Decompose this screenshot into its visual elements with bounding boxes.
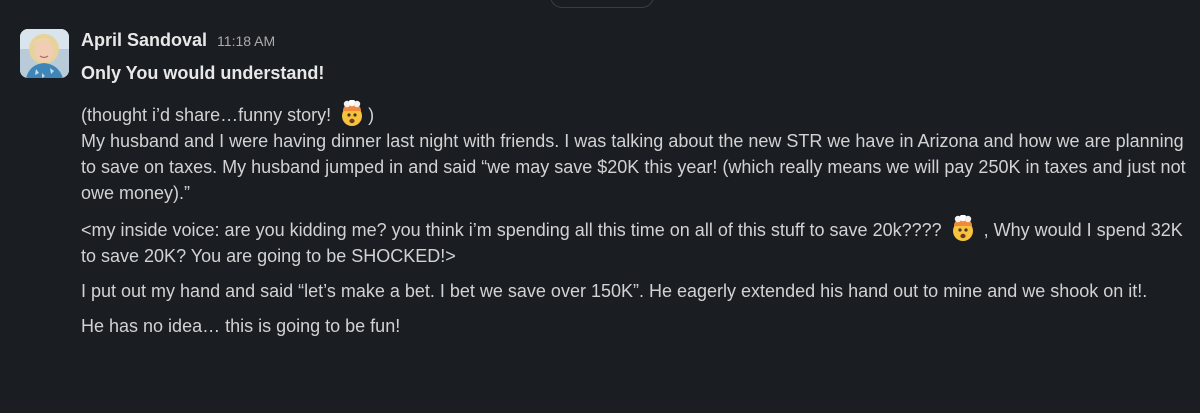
- paragraph-1-text-rest: My husband and I were having dinner last…: [81, 131, 1186, 203]
- sender-name[interactable]: April Sandoval: [81, 30, 207, 51]
- message-paragraph-3: I put out my hand and said “let’s make a…: [81, 281, 1148, 301]
- paragraph-1-text-end: ): [368, 105, 375, 125]
- message-paragraph-4: He has no idea… this is going to be fun!: [81, 316, 401, 336]
- message-headline: Only You would understand!: [81, 63, 325, 83]
- message-paragraph-1: (thought i’d share…funny story! ) My husb…: [81, 99, 1191, 206]
- message-header: April Sandoval 11:18 AM: [81, 30, 275, 54]
- paragraph-2-text-start: <my inside voice: are you kidding me? yo…: [81, 220, 947, 240]
- message-body: Only You would understand! (thought i’d …: [81, 60, 1191, 339]
- paragraph-1-text-start: (thought i’d share…funny story!: [81, 105, 337, 125]
- message-item: April Sandoval 11:18 AM Only You would u…: [0, 0, 1200, 413]
- avatar[interactable]: [20, 29, 69, 78]
- exploding-head-emoji-icon[interactable]: [338, 99, 366, 128]
- exploding-head-emoji-icon[interactable]: [949, 214, 977, 243]
- message-paragraph-2: <my inside voice: are you kidding me? yo…: [81, 214, 1191, 269]
- avatar-image: [20, 29, 69, 78]
- message-timestamp[interactable]: 11:18 AM: [217, 33, 275, 49]
